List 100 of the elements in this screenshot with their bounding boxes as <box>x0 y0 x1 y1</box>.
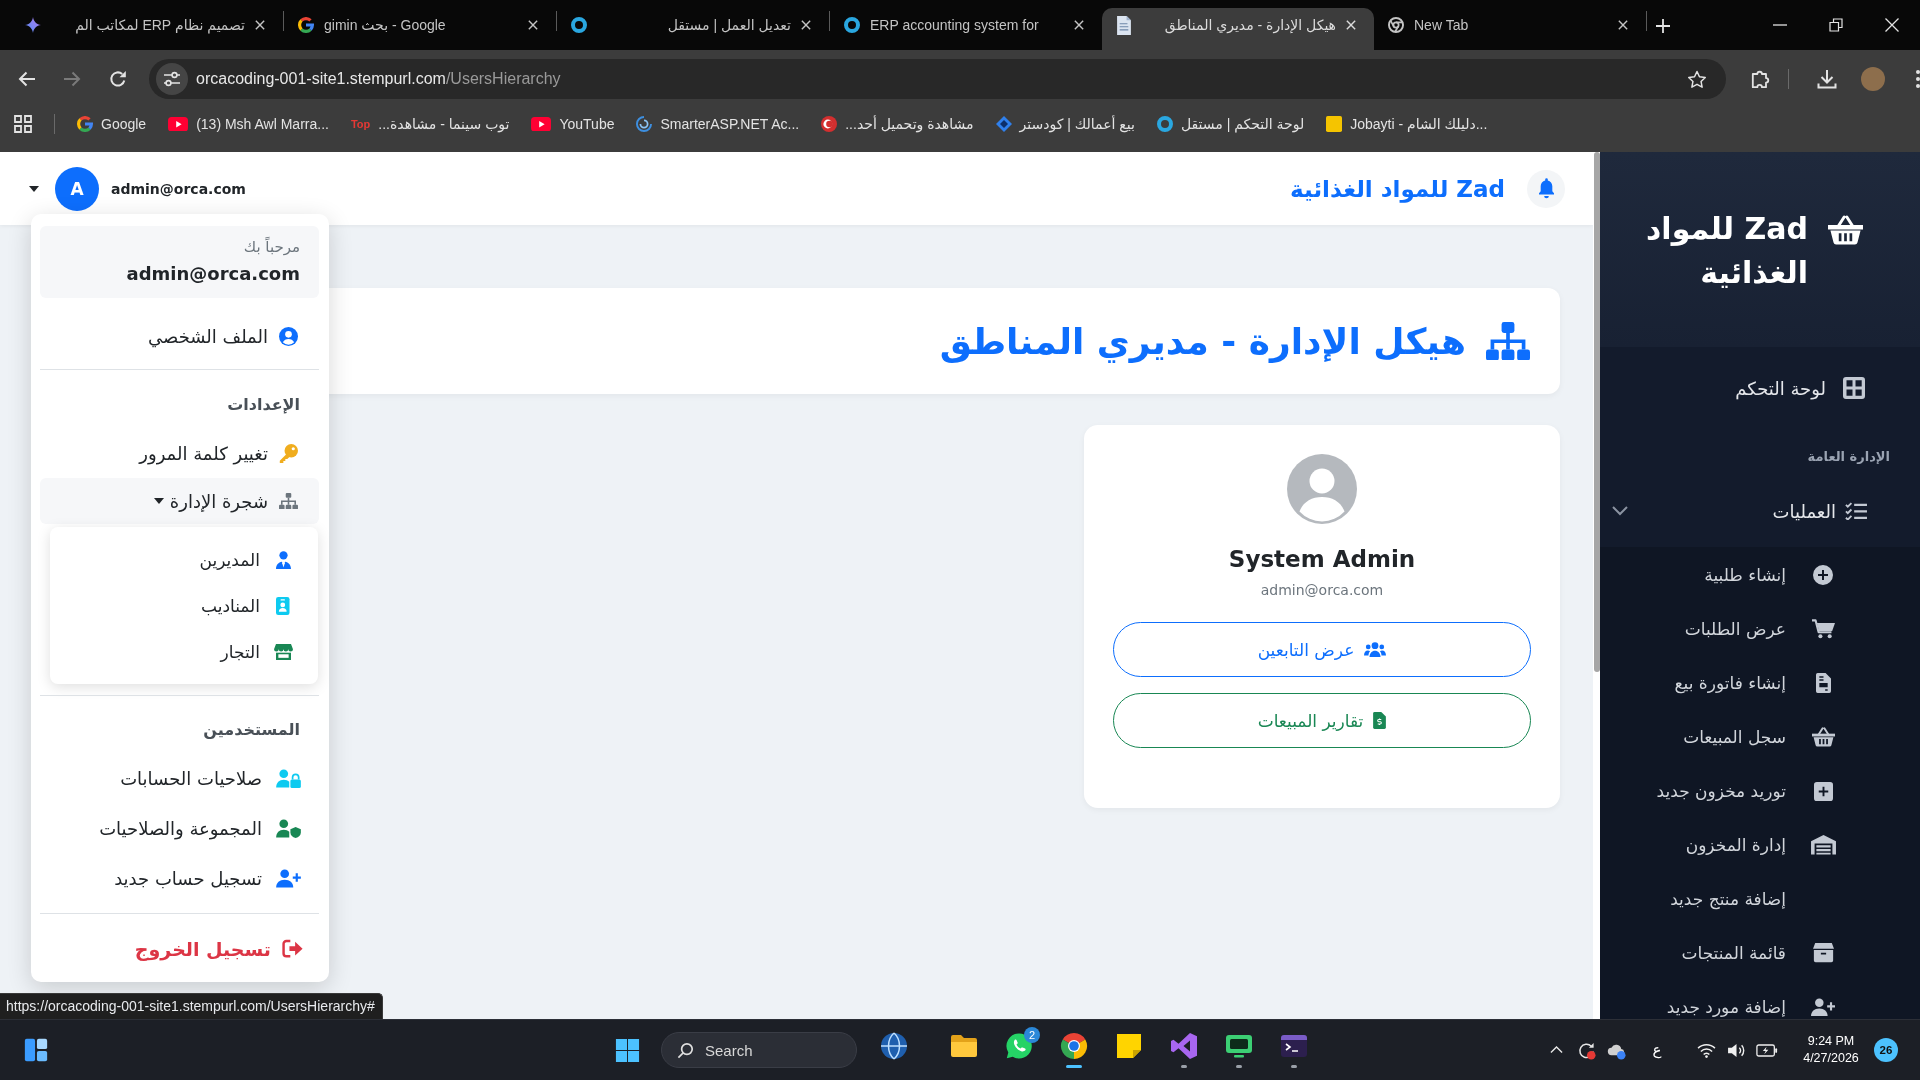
action-button[interactable]: عرض التابعين <box>1113 622 1531 677</box>
bookmark-link[interactable]: YouTube <box>531 108 615 140</box>
submenu-item[interactable]: التجار <box>50 629 318 675</box>
extensions-icon[interactable] <box>1751 69 1771 89</box>
chevron-up-icon[interactable] <box>1549 1046 1563 1054</box>
notifications-button[interactable] <box>1527 169 1565 208</box>
close-icon[interactable] <box>528 20 538 30</box>
folder-icon[interactable] <box>949 1032 978 1060</box>
menu-item[interactable]: تسجيل حساب جديد <box>40 853 319 903</box>
menu-heading: الإعدادات <box>226 393 301 416</box>
users-icon <box>1364 641 1387 658</box>
close-window-icon[interactable] <box>1885 18 1899 32</box>
ring-icon <box>844 17 860 33</box>
user-email: admin@orca.com <box>1260 581 1384 600</box>
wifi-icon[interactable] <box>1696 1042 1716 1058</box>
reload-icon[interactable] <box>109 70 127 88</box>
ring-icon <box>571 17 587 33</box>
terminal-icon[interactable] <box>1279 1032 1308 1060</box>
box-icon <box>1812 943 1834 963</box>
monitor-app-icon[interactable] <box>1224 1032 1253 1060</box>
close-icon[interactable] <box>1346 20 1356 30</box>
bookmark-link[interactable]: (13) Msh Awl Marra... <box>168 108 329 140</box>
sidebar-subitem[interactable]: إضافة منتج جديد <box>1600 887 1920 911</box>
square-logo-icon <box>1326 116 1343 132</box>
globe-icon[interactable] <box>879 1032 908 1060</box>
bookmark-link[interactable]: مشاهدة وتحميل أحد... <box>821 108 974 140</box>
address-bar[interactable]: orcacoding-001-site1.stempurl.com/UsersHierarchy <box>149 59 1726 99</box>
battery-icon[interactable] <box>1756 1043 1778 1057</box>
bookmark-link[interactable]: بيع أعمالك | كودستر <box>995 108 1135 140</box>
widgets-icon[interactable] <box>23 1037 49 1063</box>
avatar-icon <box>1287 454 1357 524</box>
new-tab-icon[interactable] <box>1656 19 1670 33</box>
sidebar-subitem[interactable]: إنشاء طلبية <box>1600 563 1920 587</box>
g-logo-icon <box>298 17 314 33</box>
clock[interactable]: 9:24 PM 4/27/2026 <box>1791 1033 1871 1067</box>
notification-count[interactable]: 26 <box>1874 1038 1898 1062</box>
menu-item[interactable]: تغيير كلمة المرور <box>40 430 319 476</box>
scrollbar-thumb[interactable] <box>1593 152 1600 672</box>
invoice-icon <box>1373 712 1387 729</box>
sidebar-heading: الإدارة العامة <box>1806 447 1891 466</box>
sidebar-subitem[interactable]: عرض الطلبات <box>1600 617 1920 641</box>
browser-tab[interactable]: gimin بحث - Google <box>284 8 556 50</box>
browser-tab[interactable]: ERP accounting system for <box>830 8 1102 50</box>
sitemap-icon <box>279 492 298 510</box>
sidebar-subitem[interactable]: إنشاء فاتورة بيع <box>1600 671 1920 695</box>
close-icon[interactable] <box>255 20 265 30</box>
sync-icon[interactable] <box>1576 1040 1596 1060</box>
bookmark-link[interactable]: SmarterASP.NET Ac... <box>636 108 800 140</box>
code-editor-icon[interactable] <box>1169 1032 1198 1060</box>
restore-icon[interactable] <box>1829 18 1843 32</box>
logout-link[interactable]: تسجيل الخروج <box>40 926 319 972</box>
search-field[interactable]: Search <box>661 1032 857 1068</box>
bookmark-link[interactable]: Jobayti - دليلك الشام... <box>1326 108 1488 140</box>
close-icon[interactable] <box>801 20 811 30</box>
browser-logo-icon[interactable] <box>1059 1032 1088 1060</box>
user-plus-icon <box>275 868 301 888</box>
browser-tab[interactable]: تعديل العمل | مستقل <box>557 8 829 50</box>
close-icon[interactable] <box>1618 20 1628 30</box>
menu-icon[interactable] <box>1916 70 1920 88</box>
sparkle-icon <box>25 17 41 33</box>
sidebar-subitem[interactable]: إضافة مورد جديد <box>1600 995 1920 1019</box>
sidebar-item[interactable]: لوحة التحكم <box>1600 363 1920 413</box>
close-icon[interactable] <box>1074 20 1084 30</box>
bookmark-link[interactable]: لوحة التحكم | مستقل <box>1156 108 1305 140</box>
sidebar-group[interactable]: العمليات <box>1600 486 1920 536</box>
diamond-icon <box>995 116 1012 132</box>
apps-icon[interactable] <box>14 115 32 133</box>
browser-tab[interactable]: تصميم نظام ERP لمكاتب الم <box>11 8 283 50</box>
browser-tab[interactable]: New Tab <box>1374 8 1646 50</box>
submenu-item[interactable]: المناديب <box>50 583 318 629</box>
user-plus-icon <box>1811 997 1835 1017</box>
sidebar-subitem[interactable]: توريد مخزون جديد <box>1600 779 1920 803</box>
bookmark-star-icon[interactable] <box>1687 69 1707 89</box>
site-settings-icon[interactable] <box>156 63 188 95</box>
submenu-item[interactable]: المديرين <box>50 537 318 583</box>
user-tie-icon <box>275 551 291 569</box>
volume-icon[interactable] <box>1726 1042 1746 1058</box>
menu-item[interactable]: شجرة الإدارة <box>40 478 319 524</box>
input-language[interactable]: ع <box>1642 1041 1672 1059</box>
user-circle-icon <box>279 326 298 346</box>
menu-item[interactable]: المجموعة والصلاحيات <box>40 803 319 853</box>
download-icon[interactable] <box>1817 69 1837 89</box>
menu-item[interactable]: صلاحيات الحسابات <box>40 753 319 803</box>
chat-app-icon[interactable] <box>1004 1032 1033 1060</box>
windows-logo-icon[interactable] <box>613 1036 641 1064</box>
user-menu-toggle[interactable]: A admin@orca.com <box>29 166 246 211</box>
back-arrow-icon[interactable] <box>18 71 36 87</box>
store-icon <box>273 643 293 661</box>
sticky-note-icon[interactable] <box>1114 1032 1143 1060</box>
menu-item[interactable]: الملف الشخصي <box>40 313 319 359</box>
sidebar-subitem[interactable]: إدارة المخزون <box>1600 833 1920 857</box>
sidebar-subitem[interactable]: سجل المبيعات <box>1600 725 1920 749</box>
bookmark-link[interactable]: Google <box>77 108 147 140</box>
circle-logo-icon <box>821 116 838 132</box>
cart-icon <box>1811 619 1835 639</box>
sidebar-subitem[interactable]: قائمة المنتجات <box>1600 941 1920 965</box>
action-button[interactable]: تقارير المبيعات <box>1113 693 1531 748</box>
browser-tab[interactable]: هيكل الإدارة - مديري المناطق <box>1102 8 1374 50</box>
sitemap-icon <box>1486 321 1530 361</box>
brand-name: Zad للمواد الغذائية <box>1290 175 1505 202</box>
